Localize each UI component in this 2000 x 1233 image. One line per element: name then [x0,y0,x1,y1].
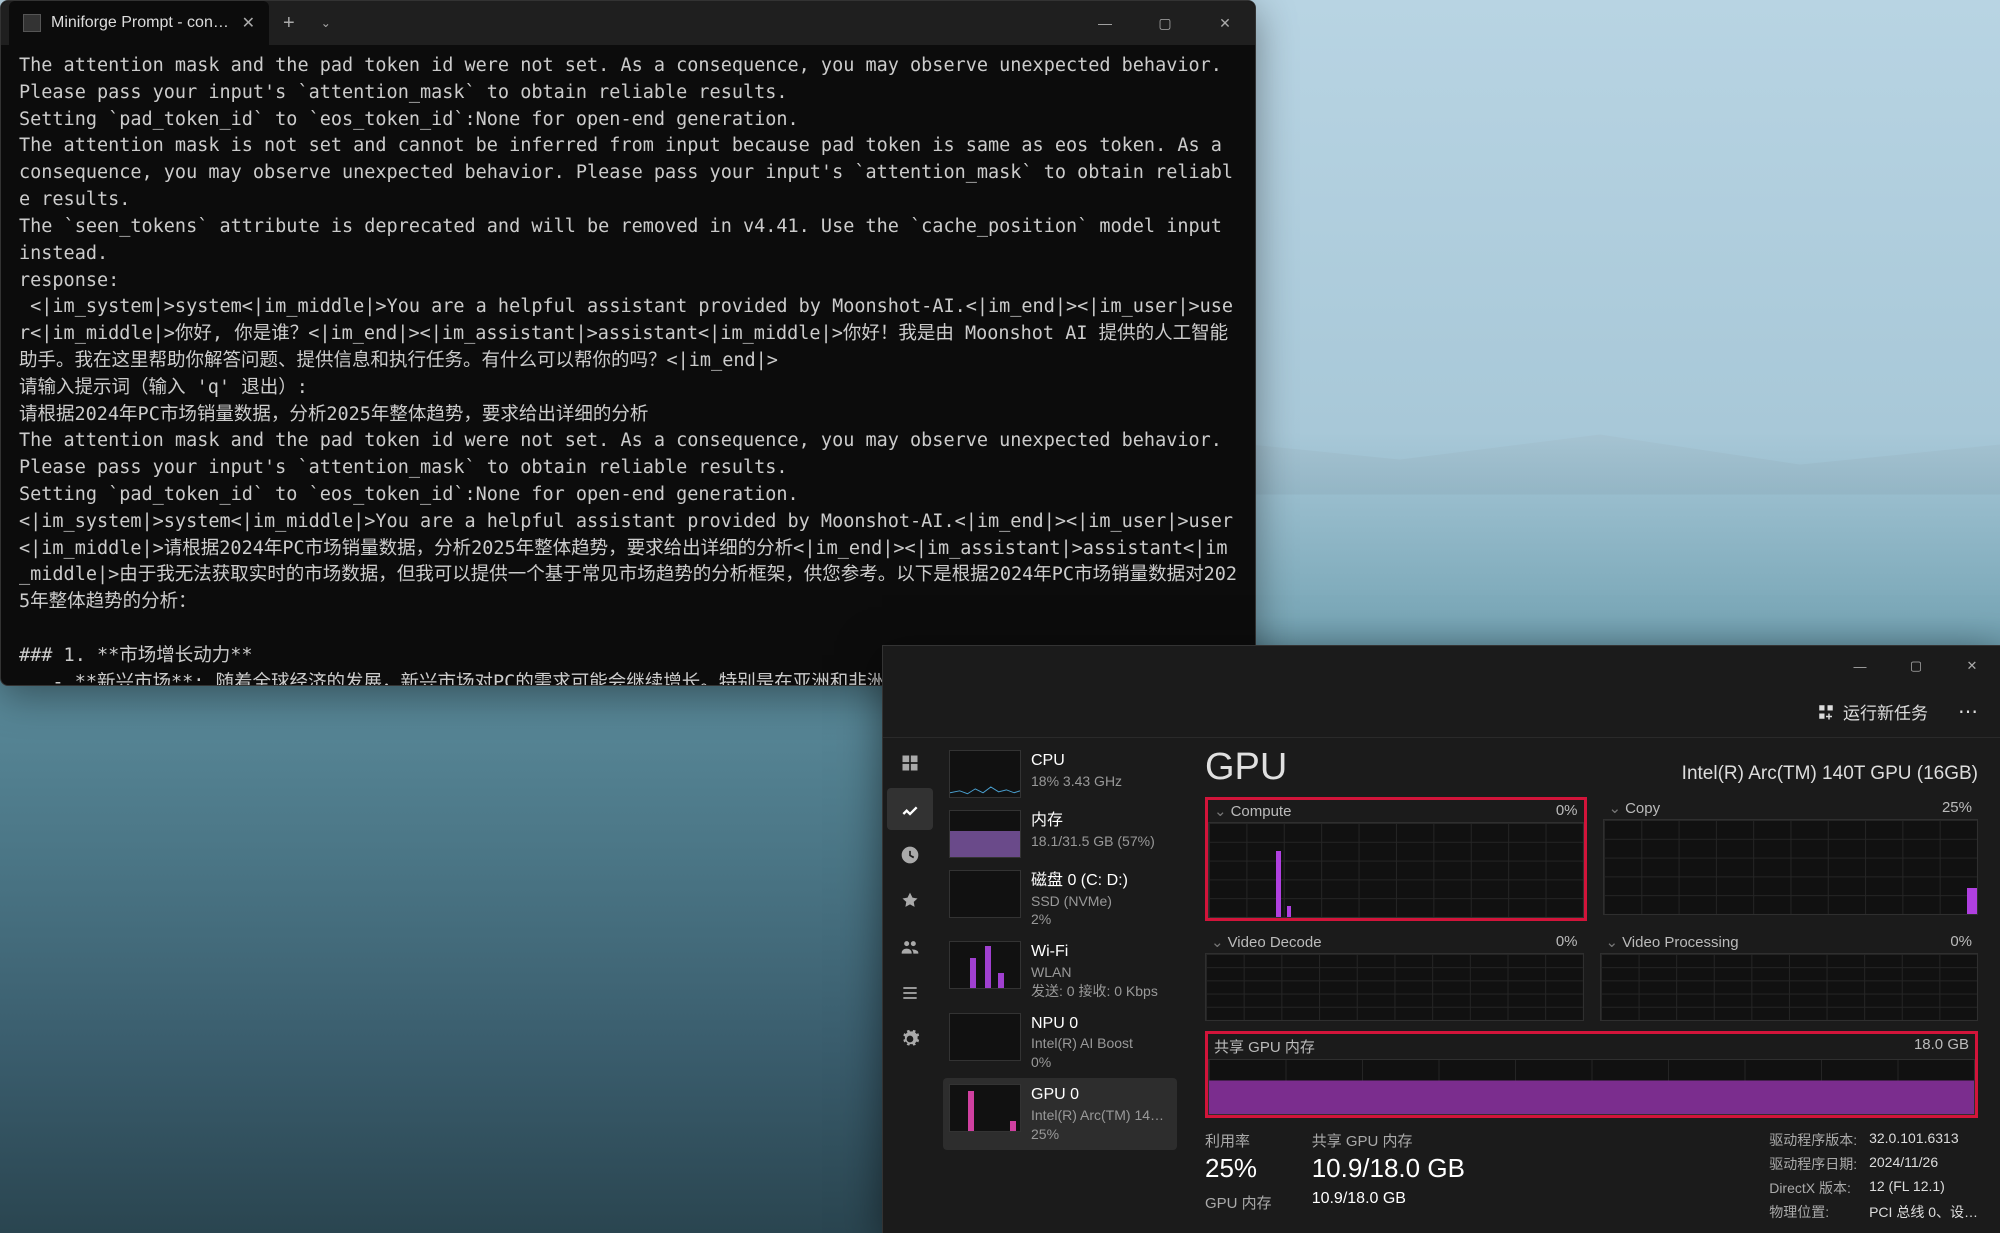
mem-stats: 18.1/31.5 GB (57%) [1031,832,1171,851]
maximize-button[interactable]: ▢ [1888,646,1944,686]
tab-dropdown-icon[interactable]: ⌄ [309,16,343,30]
terminal-icon [23,14,41,32]
mem-thumb [949,810,1021,858]
nav-performance-icon[interactable] [887,788,933,830]
nav-services-icon[interactable] [887,1018,933,1060]
video-processing-chart[interactable]: ⌄Video Processing0% [1600,931,1979,1021]
close-window-button[interactable]: ✕ [1944,646,2000,686]
copy-chart[interactable]: ⌄Copy25% [1603,797,1979,921]
taskmgr-toolbar: 运行新任务 ⋯ [883,686,2000,738]
terminal-window: Miniforge Prompt - conda act ✕ + ⌄ — ▢ ✕… [0,0,1256,686]
more-options-button[interactable]: ⋯ [1950,691,1986,732]
shared-mem-max: 18.0 GB [1914,1036,1969,1057]
compute-chart[interactable]: ⌄Compute0% [1205,797,1587,921]
taskmgr-titlebar[interactable]: — ▢ ✕ [883,646,2000,686]
mem-name: 内存 [1031,810,1171,832]
list-item-cpu[interactable]: CPU18% 3.43 GHz [943,744,1177,804]
wifi-sub1: WLAN [1031,963,1171,982]
run-new-task-button[interactable]: 运行新任务 [1805,691,1940,732]
npu-name: NPU 0 [1031,1013,1171,1035]
gpu-detail-panel: GPU Intel(R) Arc(TM) 140T GPU (16GB) ⌄Co… [1183,738,2000,1233]
list-item-gpu[interactable]: GPU 0Intel(R) Arc(TM) 140T…25% [943,1078,1177,1149]
nav-history-icon[interactable] [887,834,933,876]
run-new-task-label: 运行新任务 [1843,699,1928,724]
terminal-tab-title: Miniforge Prompt - conda act [51,14,232,32]
wifi-name: Wi-Fi [1031,941,1171,963]
npu-sub2: 0% [1031,1053,1171,1072]
cpu-thumb [949,750,1021,798]
cpu-name: CPU [1031,750,1171,772]
disk-thumb [949,870,1021,918]
copy-pct: 25% [1942,799,1972,817]
npu-sub1: Intel(R) AI Boost [1031,1034,1171,1053]
close-window-button[interactable]: ✕ [1195,1,1255,45]
resource-list: CPU18% 3.43 GHz 内存18.1/31.5 GB (57%) 磁盘 … [937,738,1183,1233]
shared-label: 共享 GPU 内存 [1312,1130,1465,1151]
disk-sub1: SSD (NVMe) [1031,892,1171,911]
gpu-stats: 利用率25%GPU 内存 共享 GPU 内存10.9/18.0 GB10.9/1… [1205,1130,1978,1222]
taskmgr-nav [883,738,937,1233]
gpu-sub2: 25% [1031,1125,1171,1144]
vp-label: Video Processing [1622,934,1738,951]
shared-value: 10.9/18.0 GB [1312,1153,1465,1184]
compute-label: Compute [1231,803,1292,820]
list-item-wifi[interactable]: Wi-FiWLAN发送: 0 接收: 0 Kbps [943,935,1177,1006]
wifi-thumb [949,941,1021,989]
list-item-memory[interactable]: 内存18.1/31.5 GB (57%) [943,804,1177,864]
drv-date-label: 驱动程序日期: [1769,1154,1857,1174]
vd-pct: 0% [1556,933,1578,951]
gpumem-value: 10.9/18.0 GB [1312,1190,1465,1208]
gpu-sub1: Intel(R) Arc(TM) 140T… [1031,1106,1171,1125]
dx-value: 12 (FL 12.1) [1869,1178,1978,1198]
loc-label: 物理位置: [1769,1202,1857,1222]
drv-ver-label: 驱动程序版本: [1769,1130,1857,1150]
util-value: 25% [1205,1153,1272,1184]
task-manager-window: — ▢ ✕ 运行新任务 ⋯ CPU18% 3.43 GHz 内存18 [882,645,2000,1233]
vd-label: Video Decode [1228,934,1322,951]
disk-sub2: 2% [1031,910,1171,929]
npu-thumb [949,1013,1021,1061]
list-item-disk[interactable]: 磁盘 0 (C: D:)SSD (NVMe)2% [943,864,1177,935]
detail-title: GPU [1205,746,1287,789]
nav-startup-icon[interactable] [887,880,933,922]
gpu-thumb [949,1084,1021,1132]
drv-ver: 32.0.101.6313 [1869,1130,1978,1150]
detail-subtitle: Intel(R) Arc(TM) 140T GPU (16GB) [1682,763,1978,785]
gpumem-label: GPU 内存 [1205,1192,1272,1213]
terminal-text: The attention mask and the pad token id … [19,55,1237,685]
terminal-output[interactable]: The attention mask and the pad token id … [1,45,1255,685]
new-tab-button[interactable]: + [269,12,309,35]
terminal-tab[interactable]: Miniforge Prompt - conda act ✕ [9,1,269,45]
list-item-npu[interactable]: NPU 0Intel(R) AI Boost0% [943,1007,1177,1078]
shared-mem-label: 共享 GPU 内存 [1214,1036,1315,1057]
close-tab-icon[interactable]: ✕ [242,13,255,33]
vp-pct: 0% [1950,933,1972,951]
minimize-button[interactable]: — [1832,646,1888,686]
dx-label: DirectX 版本: [1769,1178,1857,1198]
wifi-sub2: 发送: 0 接收: 0 Kbps [1031,982,1171,1001]
drv-date: 2024/11/26 [1869,1154,1978,1174]
shared-gpu-memory-chart[interactable]: 共享 GPU 内存 18.0 GB [1205,1031,1978,1118]
maximize-button[interactable]: ▢ [1135,1,1195,45]
compute-pct: 0% [1556,802,1578,820]
nav-users-icon[interactable] [887,926,933,968]
terminal-titlebar[interactable]: Miniforge Prompt - conda act ✕ + ⌄ — ▢ ✕ [1,1,1255,45]
gpu-name: GPU 0 [1031,1084,1171,1106]
util-label: 利用率 [1205,1130,1272,1151]
minimize-button[interactable]: — [1075,1,1135,45]
copy-label: Copy [1625,800,1660,817]
loc-value: PCI 总线 0、设… [1869,1202,1978,1222]
nav-details-icon[interactable] [887,972,933,1014]
run-task-icon [1817,703,1835,721]
nav-processes-icon[interactable] [887,742,933,784]
disk-name: 磁盘 0 (C: D:) [1031,870,1171,892]
video-decode-chart[interactable]: ⌄Video Decode0% [1205,931,1584,1021]
cpu-stats: 18% 3.43 GHz [1031,772,1171,791]
